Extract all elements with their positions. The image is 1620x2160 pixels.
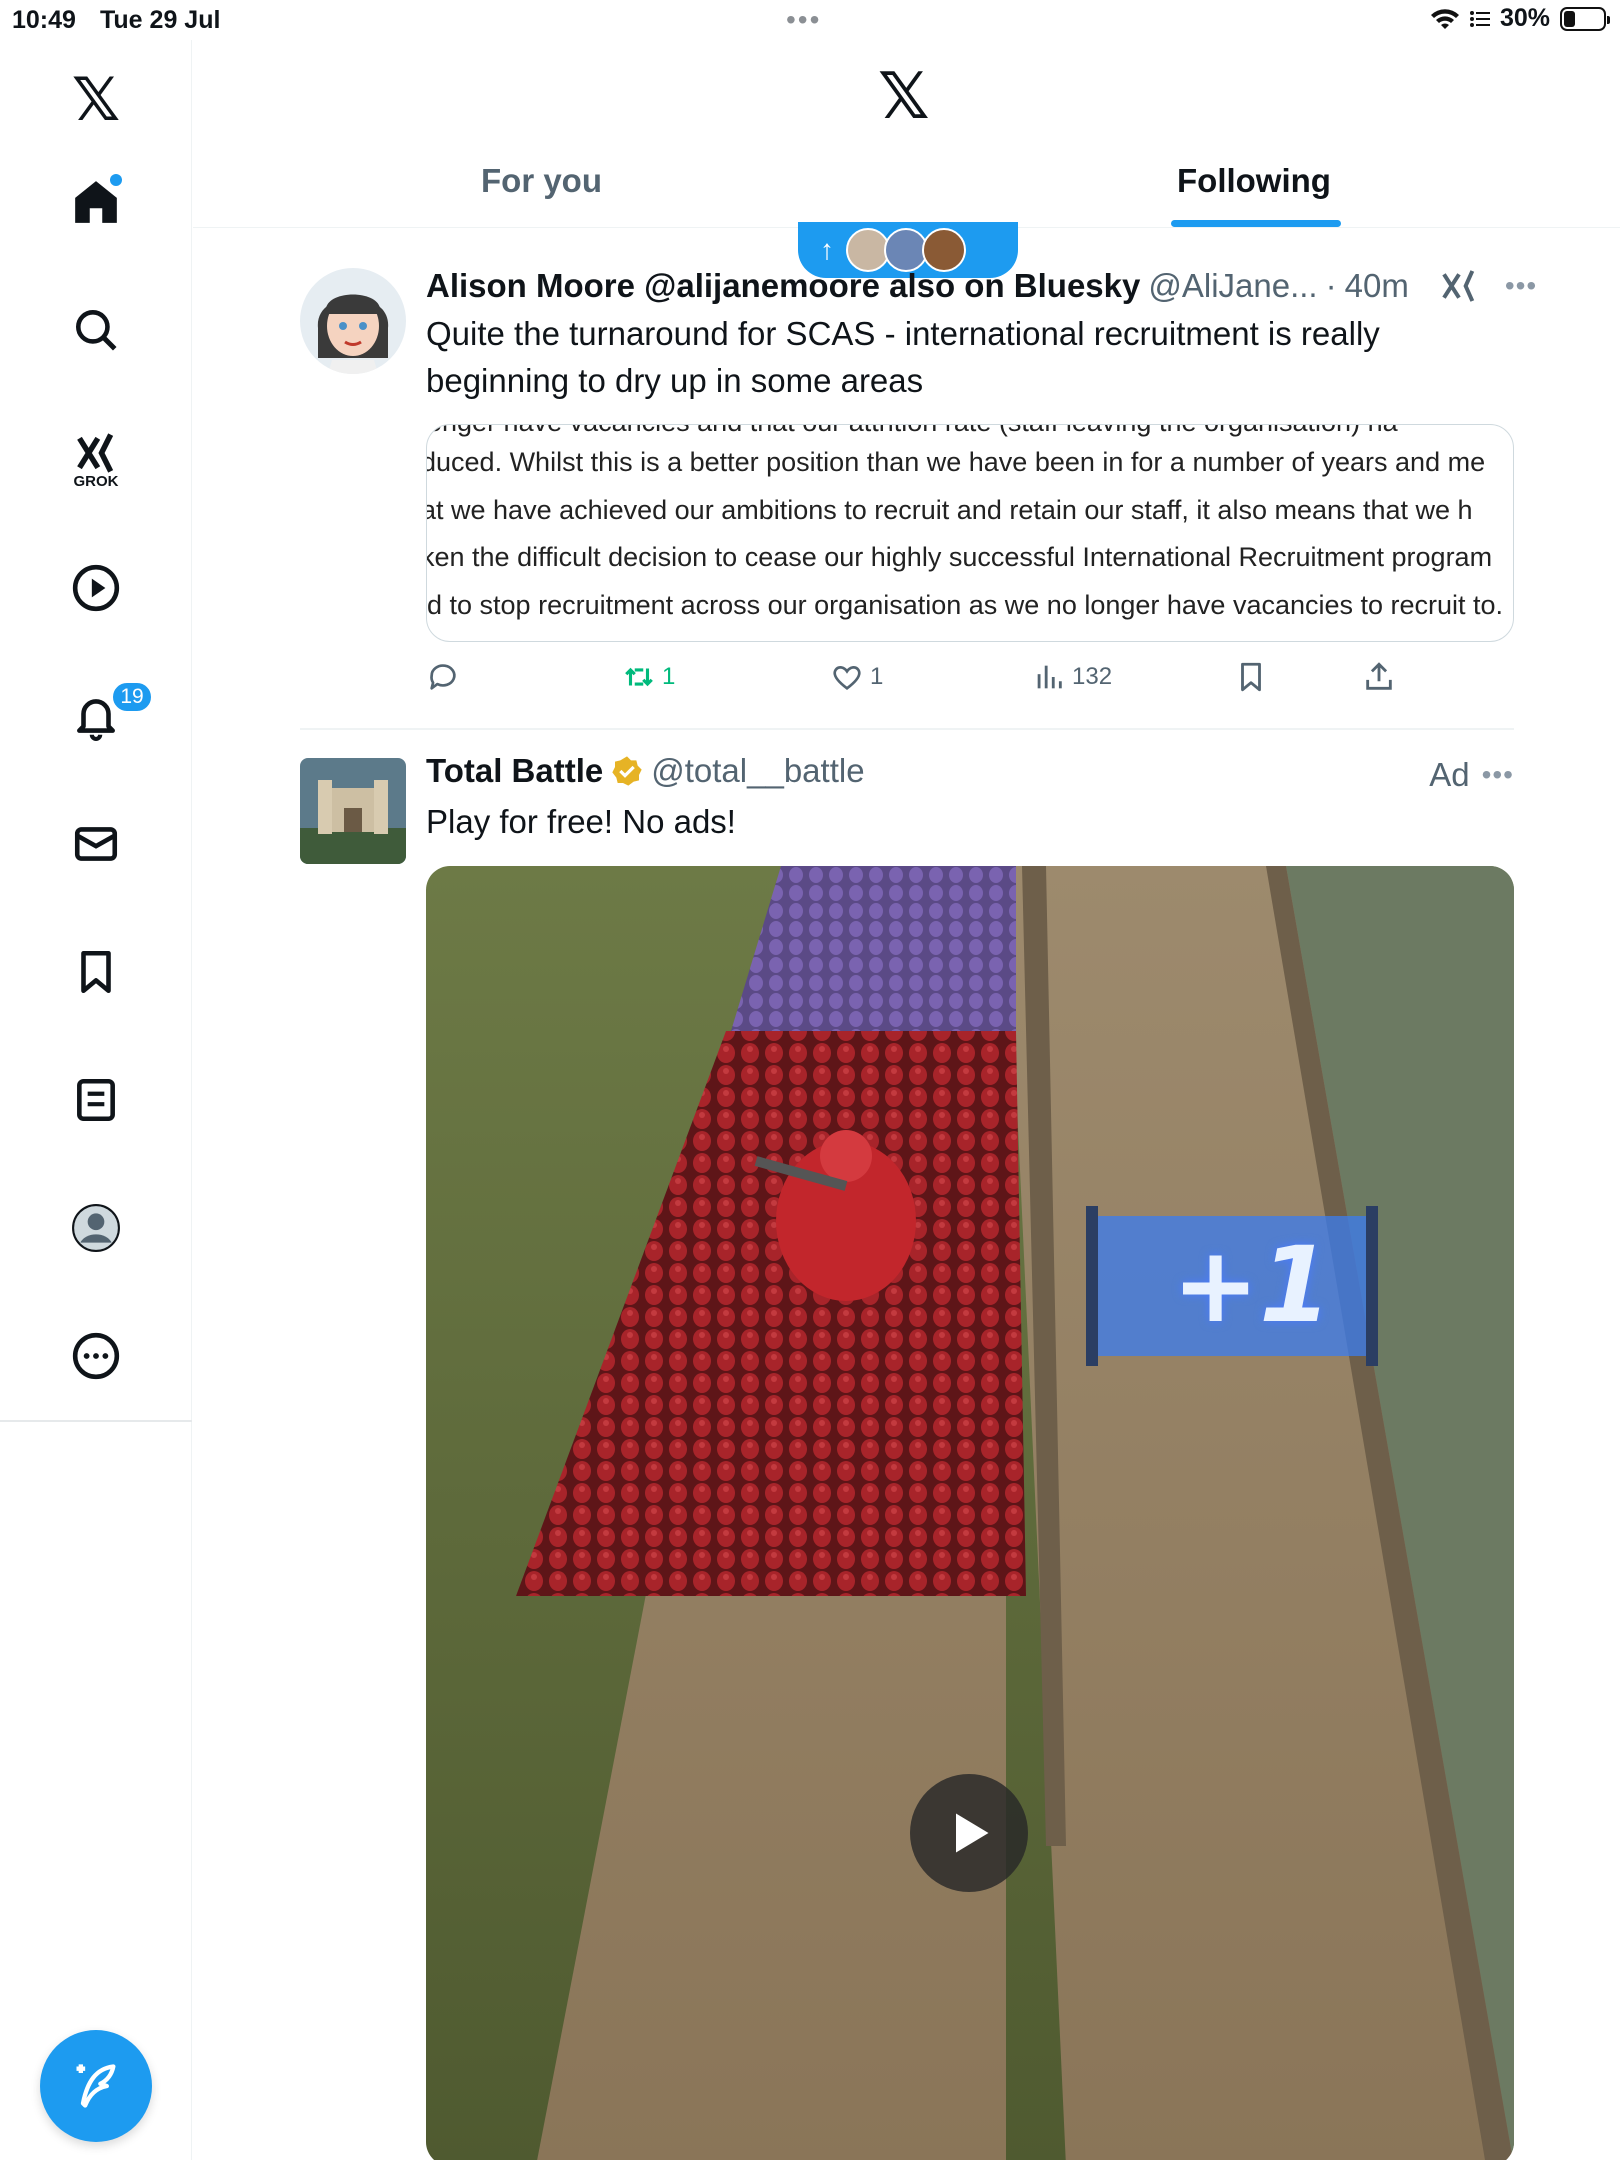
- views-button[interactable]: 132: [1032, 660, 1112, 694]
- game-video-thumbnail: [426, 866, 1514, 2160]
- quote-line: at we have achieved our ambitions to rec…: [426, 495, 1473, 525]
- more-circle-icon: [72, 1332, 120, 1380]
- x-home-logo[interactable]: 𝕏: [56, 60, 136, 140]
- like-button[interactable]: 1: [830, 660, 883, 694]
- author-name[interactable]: Total Battle: [426, 752, 603, 790]
- post-image-document-excerpt[interactable]: longer have vacancies and that our attri…: [426, 424, 1514, 642]
- x-logo-icon: 𝕏: [71, 65, 121, 135]
- share-button[interactable]: [1362, 660, 1396, 694]
- arrow-up-icon: ↑: [820, 234, 834, 265]
- ad-video-player[interactable]: +1: [426, 866, 1514, 2160]
- post-divider: [300, 728, 1514, 730]
- sidebar-divider: [0, 1420, 192, 1422]
- unread-dot: [110, 174, 122, 186]
- reply-bubble-icon: [430, 664, 456, 690]
- sidebar-item-home[interactable]: [56, 162, 136, 242]
- status-bar: 10:49 Tue 29 Jul ••• 30%: [0, 0, 1620, 40]
- share-upload-icon: [1366, 662, 1392, 690]
- play-icon: [956, 1813, 989, 1853]
- sidebar-item-notifications[interactable]: 19: [56, 676, 154, 756]
- grok-label: GROK: [73, 472, 119, 490]
- compose-feather-icon: [76, 2064, 116, 2108]
- post-more-icon[interactable]: •••: [1482, 759, 1514, 791]
- post-text: Play for free! No ads!: [426, 803, 736, 840]
- compose-post-button[interactable]: [40, 2030, 152, 2142]
- video-play-button[interactable]: [910, 1774, 1028, 1892]
- multitasking-dots-icon[interactable]: •••: [786, 4, 821, 36]
- heart-icon: [833, 666, 861, 691]
- x-header-logo-icon: 𝕏: [878, 60, 930, 134]
- sidebar-item-profile[interactable]: [56, 1188, 136, 1268]
- view-count: 132: [1072, 663, 1113, 690]
- author-handle[interactable]: @AliJane...: [1148, 267, 1317, 305]
- timeline-header: 𝕏 For you Following: [193, 40, 1620, 228]
- quote-line: duced. Whilst this is a better position …: [426, 447, 1486, 477]
- status-time: 10:49: [12, 6, 76, 34]
- sidebar-item-grok[interactable]: GROK: [56, 420, 136, 500]
- wifi-icon: [1430, 8, 1459, 29]
- sidebar-item-search[interactable]: [56, 290, 136, 370]
- search-icon: [76, 310, 117, 351]
- avatar[interactable]: [300, 268, 406, 374]
- sidebar-nav: 𝕏 GROK 19: [0, 40, 192, 2160]
- avatar[interactable]: [300, 758, 406, 864]
- notification-count-badge: 19: [110, 680, 154, 714]
- focus-list-icon: [1469, 10, 1490, 27]
- post-more-icon[interactable]: •••: [1505, 270, 1537, 302]
- verified-badge-icon: [612, 756, 642, 786]
- sidebar-item-messages[interactable]: [56, 804, 136, 884]
- sidebar-item-lists[interactable]: [56, 1060, 136, 1140]
- author-name[interactable]: Alison Moore @alijanemoore also on Blues…: [426, 267, 1140, 305]
- reply-button[interactable]: [426, 660, 460, 694]
- views-bar-chart-icon: [1037, 665, 1062, 689]
- bookmark-icon: [1241, 662, 1261, 692]
- castle-avatar-image: [300, 758, 406, 864]
- quote-line: d to stop recruitment across our organis…: [427, 590, 1504, 620]
- sidebar-item-bookmarks[interactable]: [56, 932, 136, 1012]
- list-document-icon: [77, 1078, 115, 1122]
- grok-icon: [77, 432, 114, 473]
- sidebar-item-more[interactable]: [56, 1316, 136, 1396]
- envelope-icon: [74, 827, 118, 861]
- grok-explain-icon[interactable]: [1439, 266, 1479, 306]
- status-date: Tue 29 Jul: [100, 6, 221, 34]
- quote-line: ken the difficult decision to cease our …: [426, 542, 1493, 572]
- post-timestamp[interactable]: 40m: [1345, 267, 1409, 305]
- like-count: 1: [870, 663, 884, 690]
- timestamp-separator: ·: [1325, 267, 1337, 304]
- video-overlay-text: +1: [1172, 1224, 1332, 1346]
- active-tab-indicator: [1171, 220, 1341, 227]
- post-text: Quite the turnaround for SCAS - internat…: [426, 315, 1380, 399]
- tab-for-you[interactable]: For you: [481, 162, 602, 200]
- author-handle[interactable]: @total__battle: [651, 752, 864, 790]
- quote-line: longer have vacancies and that our attri…: [427, 425, 1398, 438]
- repost-icon: [625, 667, 653, 687]
- bookmark-icon: [81, 950, 111, 994]
- battery-percent: 30%: [1499, 4, 1550, 32]
- tab-following[interactable]: Following: [1177, 162, 1331, 200]
- sidebar-item-videos[interactable]: [56, 548, 136, 628]
- bookmark-button[interactable]: [1234, 660, 1268, 694]
- ad-label: Ad: [1429, 756, 1470, 793]
- battery-icon: [1560, 6, 1610, 31]
- post-actions: 1 1 132: [426, 660, 1426, 708]
- repost-count: 1: [662, 663, 676, 690]
- repost-button[interactable]: 1: [622, 660, 675, 694]
- play-circle-icon: [72, 564, 120, 612]
- profile-avatar-icon: [72, 1204, 120, 1252]
- avatar-cartoon-woman: [300, 268, 406, 374]
